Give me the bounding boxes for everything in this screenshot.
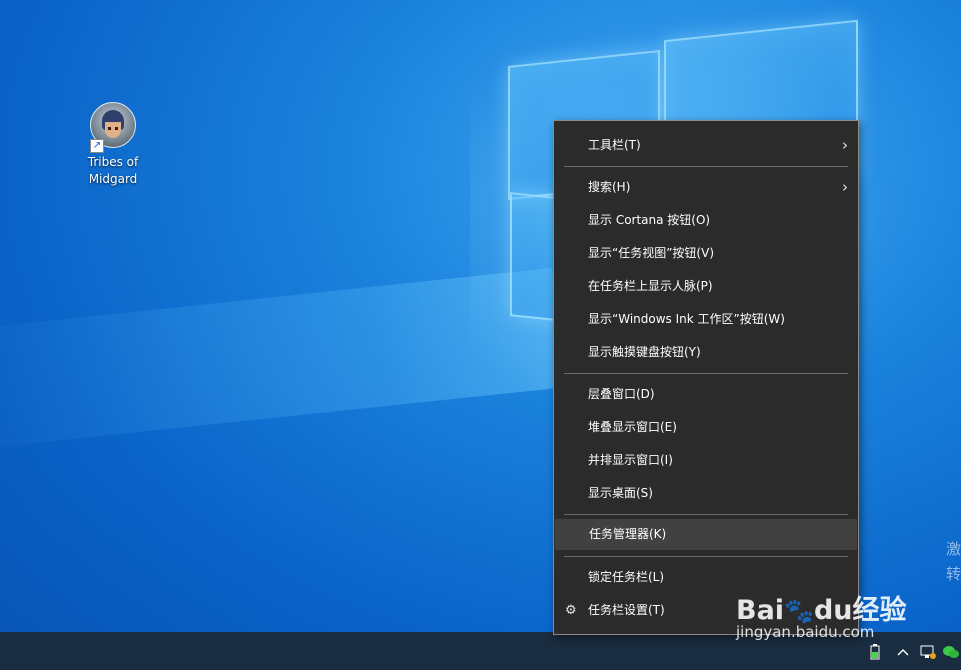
paw-icon: 🐾 [784,597,814,625]
menu-item-cascade-windows[interactable]: 层叠窗口(D) [554,379,858,410]
chevron-right-icon: › [842,136,848,154]
menu-separator [564,373,848,374]
menu-item-show-people[interactable]: 在任务栏上显示人脉(P) [554,271,858,302]
activate-windows-line1: 激 [946,540,961,558]
menu-item-side-by-side[interactable]: 并排显示窗口(I) [554,445,858,476]
taskbar-context-menu: 工具栏(T) › 搜索(H) › 显示 Cortana 按钮(O) 显示“任务视… [553,120,859,635]
menu-item-show-windows-ink[interactable]: 显示“Windows Ink 工作区”按钮(W) [554,304,858,335]
gear-icon: ⚙ [565,603,577,618]
network-icon[interactable] [920,632,936,670]
wechat-icon[interactable] [942,632,960,670]
menu-item-task-manager[interactable]: 任务管理器(K) [555,519,857,550]
menu-separator [564,556,848,557]
menu-item-stack-windows[interactable]: 堆叠显示窗口(E) [554,412,858,443]
chevron-up-icon[interactable] [896,632,910,670]
menu-item-show-desktop[interactable]: 显示桌面(S) [554,478,858,509]
menu-item-search[interactable]: 搜索(H) › [554,172,858,203]
shortcut-arrow-icon: ↗ [90,139,104,153]
menu-item-show-task-view[interactable]: 显示“任务视图”按钮(V) [554,238,858,269]
menu-item-show-cortana[interactable]: 显示 Cortana 按钮(O) [554,205,858,236]
menu-separator [564,166,848,167]
watermark-url: jingyan.baidu.com [736,623,875,641]
desktop-shortcut-label: Tribes of Midgard [87,155,139,186]
menu-item-show-touch-keyboard[interactable]: 显示触摸键盘按钮(Y) [554,337,858,368]
activate-windows-line2: 转 [946,565,961,583]
menu-item-toolbars[interactable]: 工具栏(T) › [554,130,858,161]
chevron-right-icon: › [842,178,848,196]
menu-separator [564,514,848,515]
baidu-logo: Bai🐾du经验 [736,595,907,626]
